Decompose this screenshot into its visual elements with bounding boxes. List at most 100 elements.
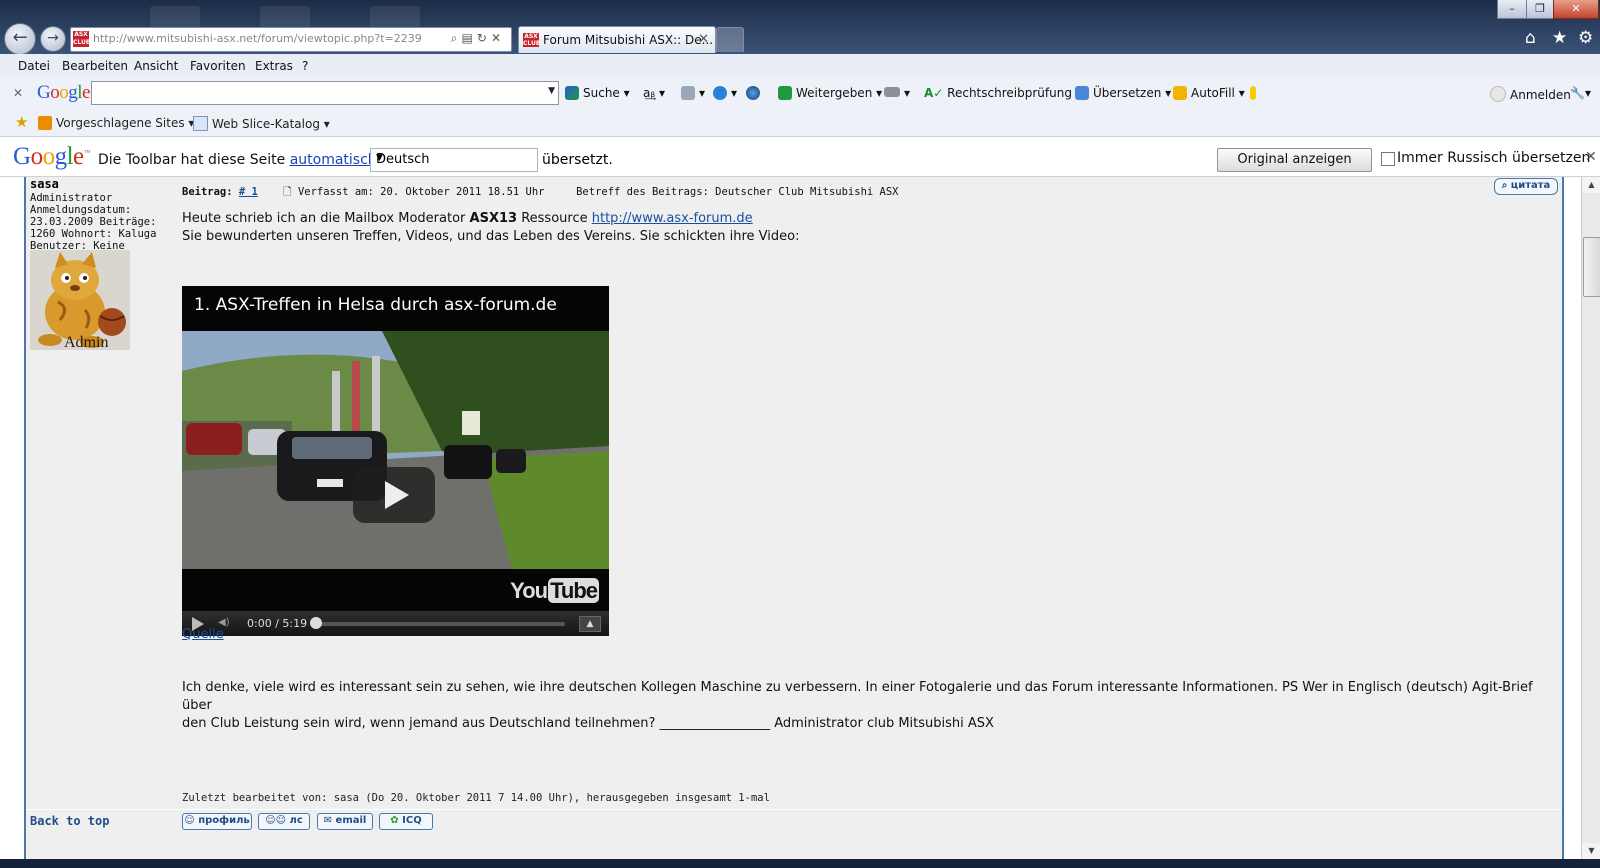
author-info-line: 23.03.2009 Beiträge: (30, 216, 157, 228)
webslice-icon (193, 116, 208, 131)
video-thumbnail[interactable] (182, 331, 609, 569)
icq-button[interactable]: ✿ ICQ (379, 813, 433, 830)
google-search-input[interactable]: ▼ (91, 81, 559, 105)
keyboard-icon (884, 87, 900, 97)
profile-button[interactable]: ☺ профиль (182, 813, 252, 830)
menu-extras[interactable]: Extras (255, 59, 293, 73)
home-icon[interactable]: ⌂ (1525, 28, 1536, 48)
quote-icon: ⌕ (1501, 180, 1508, 191)
tab-close-icon[interactable]: ✕ (698, 32, 709, 47)
quote-button[interactable]: ⌕ цитата (1494, 178, 1558, 195)
post-number-link[interactable]: # 1 (239, 186, 258, 198)
menu-favoriten[interactable]: Favoriten (190, 59, 246, 73)
translate-page-icon (1075, 86, 1089, 100)
suche-label: Suche (583, 86, 620, 100)
google-search-icon (565, 86, 579, 100)
language-select[interactable]: Deutsch ▼ (370, 148, 538, 172)
body-text: Ressource (521, 211, 588, 226)
source-link[interactable]: Quelle (182, 626, 224, 644)
fullscreen-icon[interactable]: ▲ (579, 616, 601, 632)
plus-button[interactable]: ▾ (713, 86, 737, 100)
rechtschreib-button[interactable]: A✓ Rechtschreibprüfung ▾ (924, 86, 1082, 100)
email-button[interactable]: ✉ email (317, 813, 373, 830)
highlighter-button[interactable] (1250, 86, 1260, 100)
new-tab-button[interactable] (716, 27, 744, 52)
back-to-top-link[interactable]: Back to top (30, 814, 109, 828)
close-window-button[interactable]: ✕ (1553, 0, 1599, 19)
translate-tool-button[interactable]: a͢ᵦ ▾ (643, 86, 665, 100)
always-translate-checkbox[interactable] (1381, 152, 1395, 166)
translate-bar: Google™ Die Toolbar hat diese Seite auto… (0, 137, 1600, 177)
tab-forum[interactable]: ASX CLUB Forum Mitsubishi ASX:: De... ✕ (518, 26, 716, 53)
browser-titlebar: – ❐ ✕ ← → ASX CLUB http://www.mitsubishi… (0, 0, 1600, 55)
scroll-up-icon[interactable]: ▲ (1582, 177, 1600, 193)
minimize-button[interactable]: – (1497, 0, 1527, 19)
author-name[interactable]: sasa (30, 177, 59, 191)
email-label: email (335, 815, 367, 826)
automatisch-link[interactable]: automatisch (290, 152, 377, 168)
translate-text-before: Die Toolbar hat diese Seite (98, 152, 286, 168)
address-controls[interactable]: ⌕▤↻✕ (451, 31, 505, 46)
keyboard-button[interactable]: ▾ (884, 86, 910, 100)
globe-button[interactable] (746, 86, 764, 100)
suggested-sites-button[interactable]: Vorgeschlagene Sites ▾ (38, 116, 194, 130)
asx-forum-link[interactable]: http://www.asx-forum.de (592, 211, 753, 226)
youtube-video-player[interactable]: 1. ASX-Treffen in Helsa durch asx-forum.… (182, 286, 609, 636)
forward-button[interactable]: → (40, 26, 66, 52)
favorites-star-icon[interactable]: ★ (1552, 28, 1567, 48)
vertical-scrollbar[interactable]: ▲ ▼ (1581, 177, 1600, 859)
weitergeben-button[interactable]: Weitergeben ▾ (778, 86, 882, 100)
show-original-button[interactable]: Original anzeigen (1217, 148, 1372, 172)
play-overlay-button[interactable] (353, 467, 435, 523)
scroll-down-icon[interactable]: ▼ (1582, 843, 1600, 859)
translate-text-after: übersetzt. (542, 152, 613, 168)
quote-label: цитата (1510, 180, 1551, 191)
envelope-icon: ✉ (323, 815, 333, 826)
wrench-button[interactable]: 🔧▾ (1570, 86, 1591, 100)
menu-datei[interactable]: Datei (18, 59, 50, 73)
translate-message: Die Toolbar hat diese Seite automatisch … (98, 152, 394, 168)
wrench-icon: 🔧 (1570, 86, 1585, 100)
translate-close-icon[interactable]: ✕ (1585, 149, 1597, 165)
google-logo-translate: Google™ (13, 143, 91, 170)
webslice-button[interactable]: Web Slice-Katalog ▾ (193, 116, 330, 131)
youtube-logo-you: You (510, 578, 548, 603)
page-tool-button[interactable]: ▾ (681, 86, 705, 100)
favorites-add-icon[interactable]: ★ (15, 113, 28, 131)
refresh-icon[interactable]: ↻ (477, 31, 491, 45)
icq-flower-icon: ✿ (390, 815, 399, 826)
paragraph-line: Ich denke, viele wird es interessant sei… (182, 680, 1533, 713)
body-text: Heute schrieb ich an die Mailbox Moderat… (182, 211, 466, 226)
menu-help[interactable]: ? (302, 59, 308, 73)
chevron-down-icon[interactable]: ▼ (548, 86, 555, 96)
post-body-line1: Heute schrieb ich an die Mailbox Moderat… (182, 210, 753, 228)
suche-button[interactable]: Suche ▾ (565, 86, 630, 100)
autofill-button[interactable]: AutoFill ▾ (1173, 86, 1245, 100)
user-icon (1490, 86, 1506, 102)
stop-icon[interactable]: ✕ (491, 31, 505, 45)
maximize-button[interactable]: ❐ (1526, 0, 1554, 19)
tools-gear-icon[interactable]: ⚙ (1578, 28, 1593, 48)
menu-bearbeiten[interactable]: Bearbeiten (62, 59, 128, 73)
author-info-line: 1260 Wohnort: Kaluga (30, 228, 157, 240)
anmelden-label: Anmelden (1510, 88, 1571, 102)
youtube-logo[interactable]: You Tube (510, 578, 599, 604)
uebersetzen-button[interactable]: Übersetzen ▾ (1075, 86, 1171, 100)
anmelden-button[interactable]: Anmelden (1490, 86, 1571, 102)
video-scrubber-handle[interactable] (310, 617, 322, 629)
private-message-button[interactable]: ☺☺ лс (258, 813, 310, 830)
compat-icon[interactable]: ▤ (462, 31, 477, 45)
post-body-paragraph2: Ich denke, viele wird es interessant sei… (182, 679, 1542, 733)
search-icon[interactable]: ⌕ (451, 31, 462, 45)
moderator-name: ASX13 (469, 211, 518, 226)
back-button[interactable]: ← (4, 23, 36, 55)
chevron-down-icon: ▼ (376, 153, 383, 163)
video-progress-bar[interactable] (315, 622, 565, 626)
toolbar-close-icon[interactable]: ✕ (13, 86, 23, 100)
scrollbar-thumb[interactable] (1583, 237, 1600, 297)
menu-ansicht[interactable]: Ansicht (134, 59, 178, 73)
url-text[interactable]: http://www.mitsubishi-asx.net/forum/view… (93, 32, 422, 45)
address-bar[interactable]: ASX CLUB http://www.mitsubishi-asx.net/f… (70, 27, 512, 52)
uebersetzen-label: Übersetzen (1093, 86, 1162, 100)
video-title[interactable]: 1. ASX-Treffen in Helsa durch asx-forum.… (194, 295, 557, 315)
